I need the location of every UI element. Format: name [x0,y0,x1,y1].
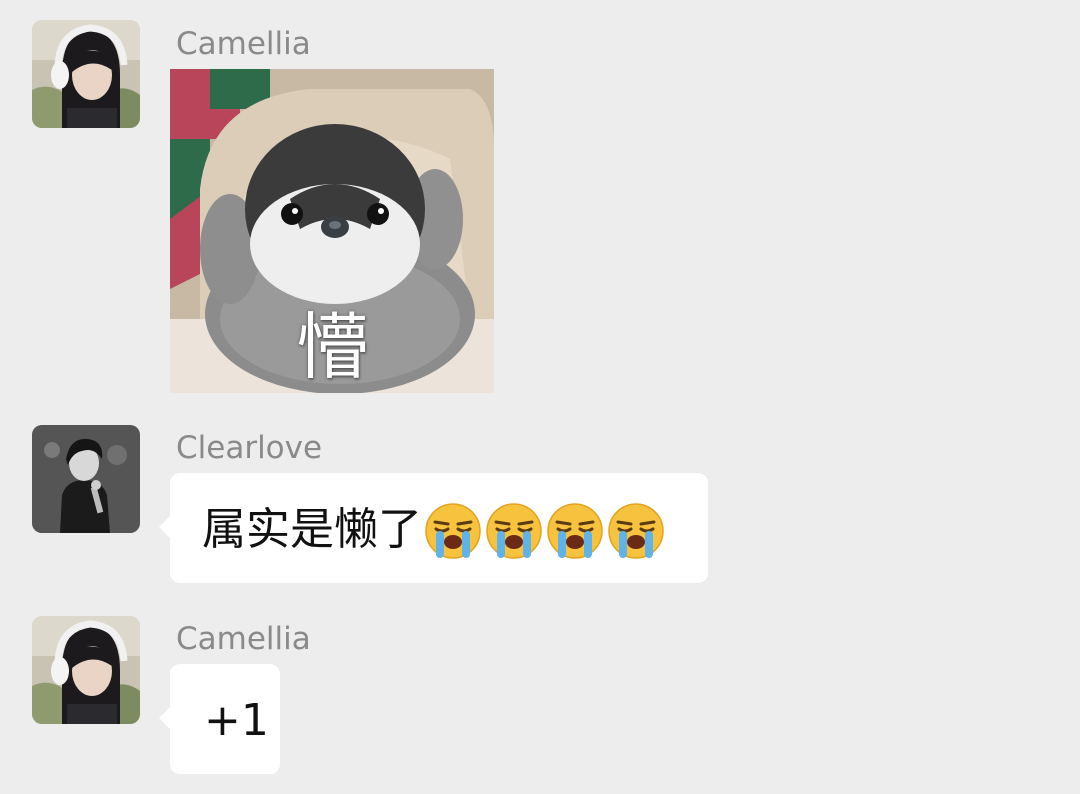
message-bubble[interactable]: +1 [159,664,280,774]
emoji-group [424,501,668,560]
loudly-crying-face-icon [607,502,665,560]
sender-name: Camellia [176,621,311,657]
avatar-boy-with-microphone [32,425,140,533]
chat-message-list[interactable]: Camellia 懵 Clearlove 属实是懒了 Camellia +1 [0,0,1080,794]
sender-avatar[interactable] [32,616,140,724]
message-text: 属实是懒了 [202,504,422,555]
loudly-crying-face-icon [424,502,482,560]
sender-avatar[interactable] [32,425,140,533]
sender-avatar[interactable] [32,20,140,128]
loudly-crying-face-icon [485,502,543,560]
avatar-girl-with-headphones [32,616,140,724]
message-text: +1 [204,695,269,746]
message-bubble[interactable]: 属实是懒了 [159,473,708,583]
sender-name: Clearlove [176,430,323,466]
avatar-girl-with-headphones [32,20,140,128]
sticker-image[interactable]: 懵 [170,69,494,393]
sender-name: Camellia [176,26,311,62]
loudly-crying-face-icon [546,502,604,560]
sticker-caption: 懵 [295,305,368,389]
